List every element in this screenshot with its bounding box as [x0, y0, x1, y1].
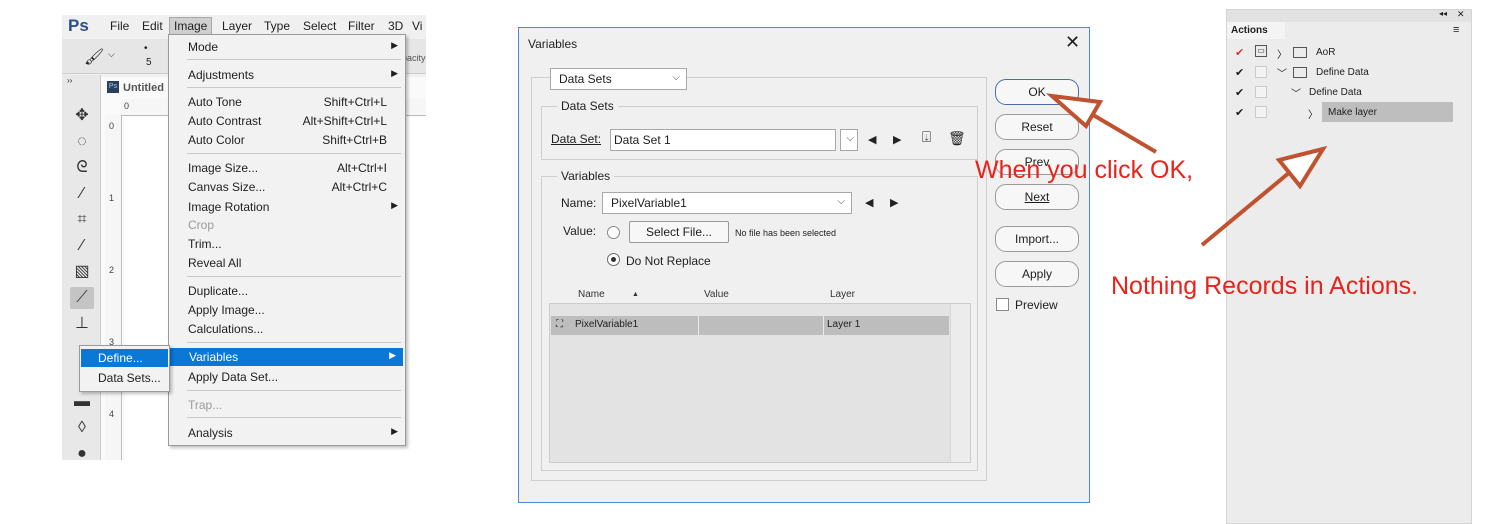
arrow-to-actions-shaft — [1200, 170, 1292, 247]
arrow-to-actions-head — [1275, 145, 1328, 190]
arrow-to-ok-head — [1045, 93, 1104, 130]
annotation-arrows — [1045, 93, 1328, 247]
